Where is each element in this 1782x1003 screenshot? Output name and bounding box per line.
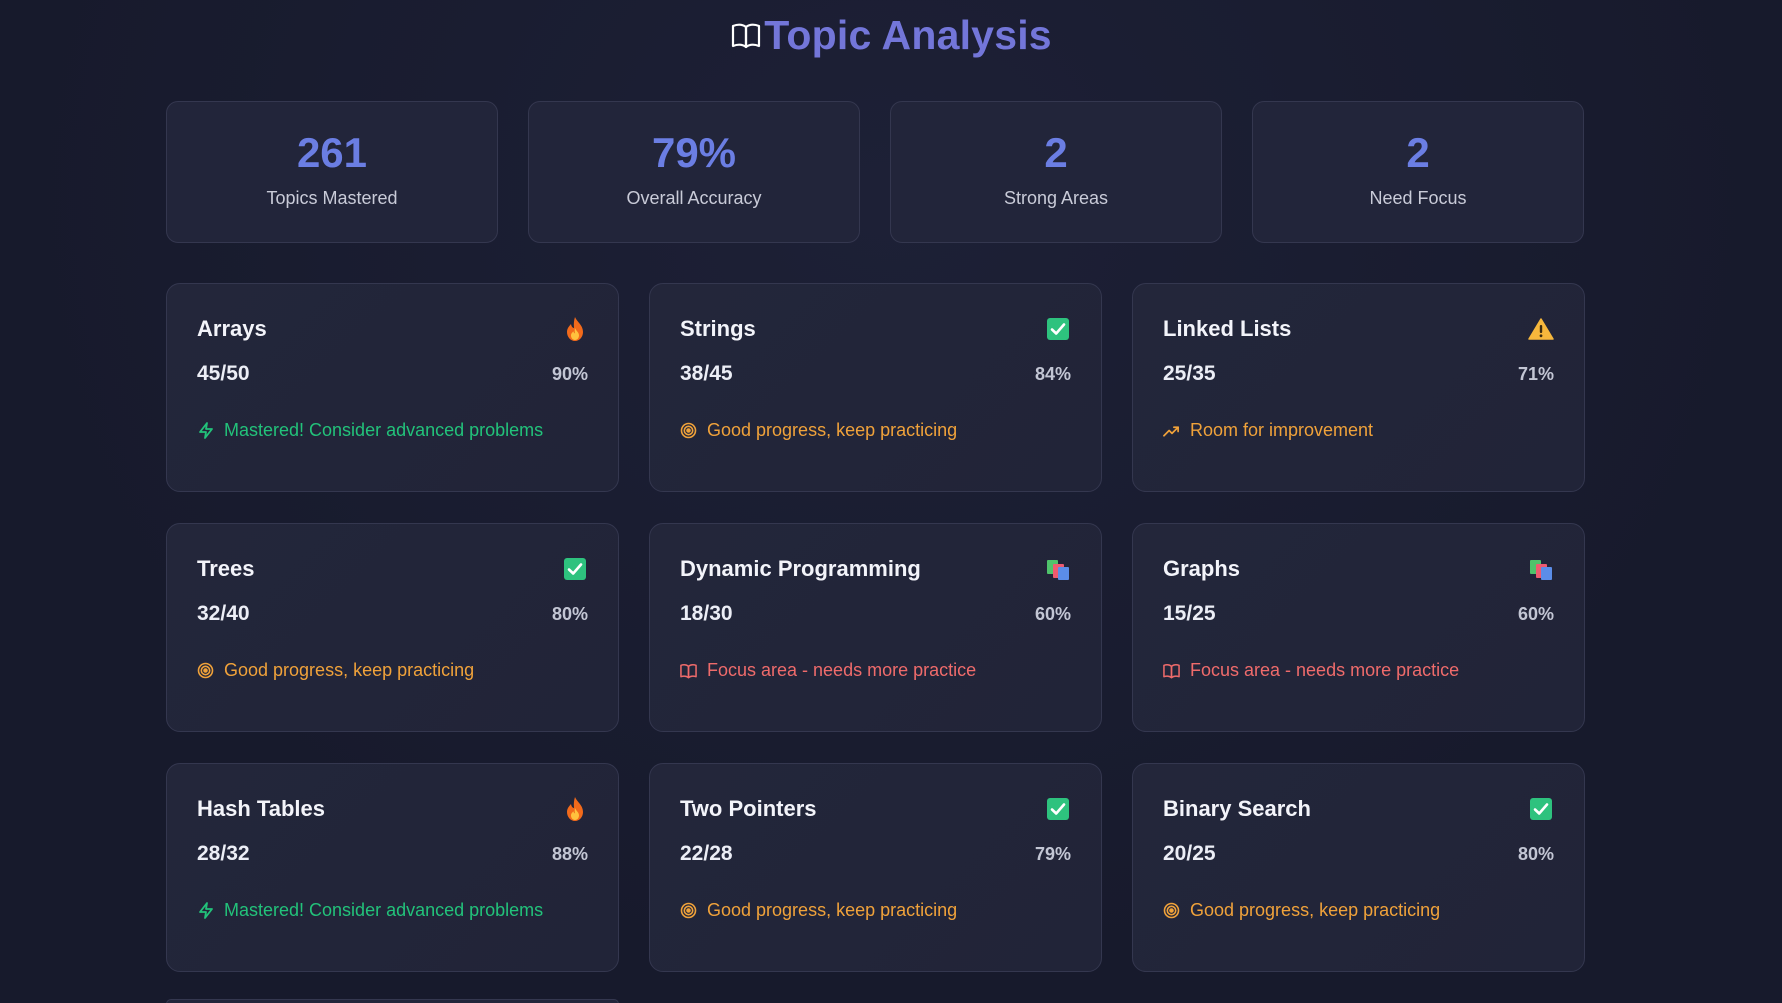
stat-strong-areas: 2 Strong Areas xyxy=(890,101,1222,243)
topic-card-strings[interactable]: Strings 38/45 84% Good progress, keep pr… xyxy=(649,283,1102,492)
topic-ratio: 20/25 xyxy=(1163,842,1216,865)
stat-label: Strong Areas xyxy=(1003,187,1109,208)
topic-message: Focus area - needs more practice xyxy=(1163,660,1554,681)
topic-grid: Arrays 45/50 90% Mastered! Consider adva… xyxy=(166,283,1586,972)
book-icon xyxy=(680,662,697,679)
topic-message-text: Focus area - needs more practice xyxy=(707,660,977,680)
topic-message: Good progress, keep practicing xyxy=(680,420,1071,441)
lightning-icon xyxy=(197,422,214,439)
book-icon xyxy=(1163,662,1180,679)
topic-card-partial xyxy=(166,999,619,1003)
topic-name: Arrays xyxy=(197,316,267,341)
topic-name: Binary Search xyxy=(1163,796,1311,821)
stat-topics-mastered: 261 Topics Mastered xyxy=(166,101,498,243)
stat-value: 2 xyxy=(1406,128,1430,176)
topic-name: Linked Lists xyxy=(1163,316,1292,341)
stat-label: Topics Mastered xyxy=(266,187,398,208)
topic-message: Good progress, keep practicing xyxy=(680,900,1071,921)
open-book-icon xyxy=(730,20,762,52)
target-icon xyxy=(1163,902,1180,919)
topic-ratio: 28/32 xyxy=(197,842,250,865)
check-box-icon xyxy=(1045,796,1071,822)
topic-message-text: Good progress, keep practicing xyxy=(1190,900,1441,920)
topic-message: Good progress, keep practicing xyxy=(1163,900,1554,921)
fire-icon xyxy=(562,316,588,342)
topic-percent: 88% xyxy=(551,843,588,864)
topic-ratio: 32/40 xyxy=(197,602,250,625)
topic-card-arrays[interactable]: Arrays 45/50 90% Mastered! Consider adva… xyxy=(166,283,619,492)
books-icon xyxy=(1528,556,1554,582)
topic-ratio: 38/45 xyxy=(680,362,733,385)
topic-ratio: 25/35 xyxy=(1163,362,1216,385)
stat-overall-accuracy: 79% Overall Accuracy xyxy=(528,101,860,243)
topic-percent: 80% xyxy=(1517,843,1554,864)
topic-message-text: Mastered! Consider advanced problems xyxy=(224,420,544,440)
stat-value: 2 xyxy=(1044,128,1068,176)
topic-card-linked-lists[interactable]: Linked Lists 25/35 71% Room for improvem… xyxy=(1132,283,1585,492)
stat-label: Overall Accuracy xyxy=(626,187,762,208)
topic-name: Strings xyxy=(680,316,756,341)
topic-name: Trees xyxy=(197,556,255,581)
topic-name: Two Pointers xyxy=(680,796,817,821)
topic-name: Hash Tables xyxy=(197,796,325,821)
topic-message-text: Room for improvement xyxy=(1190,420,1374,440)
topic-card-trees[interactable]: Trees 32/40 80% Good progress, keep prac… xyxy=(166,523,619,732)
topic-message: Mastered! Consider advanced problems xyxy=(197,420,588,441)
topic-card-graphs[interactable]: Graphs 15/25 60% Focus area - needs more… xyxy=(1132,523,1585,732)
topic-message: Focus area - needs more practice xyxy=(680,660,1071,681)
check-box-icon xyxy=(1045,316,1071,342)
page-header: Topic Analysis xyxy=(0,12,1782,59)
stat-value: 79% xyxy=(651,128,737,176)
stat-label: Need Focus xyxy=(1369,187,1467,208)
topic-ratio: 45/50 xyxy=(197,362,250,385)
check-box-icon xyxy=(1528,796,1554,822)
fire-icon xyxy=(562,796,588,822)
topic-ratio: 15/25 xyxy=(1163,602,1216,625)
topic-name: Dynamic Programming xyxy=(680,556,921,581)
books-icon xyxy=(1045,556,1071,582)
topic-ratio: 18/30 xyxy=(680,602,733,625)
topic-card-dynamic-programming[interactable]: Dynamic Programming 18/30 60% Focus area… xyxy=(649,523,1102,732)
topic-card-hash-tables[interactable]: Hash Tables 28/32 88% Mastered! Consider… xyxy=(166,763,619,972)
warning-icon xyxy=(1528,316,1554,342)
topic-name: Graphs xyxy=(1163,556,1241,581)
topic-message-text: Focus area - needs more practice xyxy=(1190,660,1460,680)
target-icon xyxy=(680,902,697,919)
topic-percent: 60% xyxy=(1034,603,1071,624)
stat-need-focus: 2 Need Focus xyxy=(1252,101,1584,243)
topic-message: Room for improvement xyxy=(1163,420,1554,441)
stat-value: 261 xyxy=(296,128,368,176)
page-title: Topic Analysis xyxy=(764,12,1052,58)
topic-percent: 71% xyxy=(1517,363,1554,384)
topic-card-two-pointers[interactable]: Two Pointers 22/28 79% Good progress, ke… xyxy=(649,763,1102,972)
topic-ratio: 22/28 xyxy=(680,842,733,865)
topic-message-text: Good progress, keep practicing xyxy=(707,900,958,920)
topic-percent: 60% xyxy=(1517,603,1554,624)
topic-analysis-page: Topic Analysis 261 Topics Mastered 79% O… xyxy=(0,0,1782,1003)
topic-message-text: Good progress, keep practicing xyxy=(224,660,475,680)
check-box-icon xyxy=(562,556,588,582)
topic-percent: 79% xyxy=(1034,843,1071,864)
lightning-icon xyxy=(197,902,214,919)
topic-percent: 90% xyxy=(551,363,588,384)
target-icon xyxy=(680,422,697,439)
topic-message-text: Good progress, keep practicing xyxy=(707,420,958,440)
topic-percent: 80% xyxy=(551,603,588,624)
topic-message-text: Mastered! Consider advanced problems xyxy=(224,900,544,920)
topic-percent: 84% xyxy=(1034,363,1071,384)
topic-message: Good progress, keep practicing xyxy=(197,660,588,681)
trending-up-icon xyxy=(1163,422,1180,439)
topic-message: Mastered! Consider advanced problems xyxy=(197,900,588,921)
summary-stats: 261 Topics Mastered 79% Overall Accuracy… xyxy=(166,101,1586,243)
topic-card-binary-search[interactable]: Binary Search 20/25 80% Good progress, k… xyxy=(1132,763,1585,972)
target-icon xyxy=(197,662,214,679)
